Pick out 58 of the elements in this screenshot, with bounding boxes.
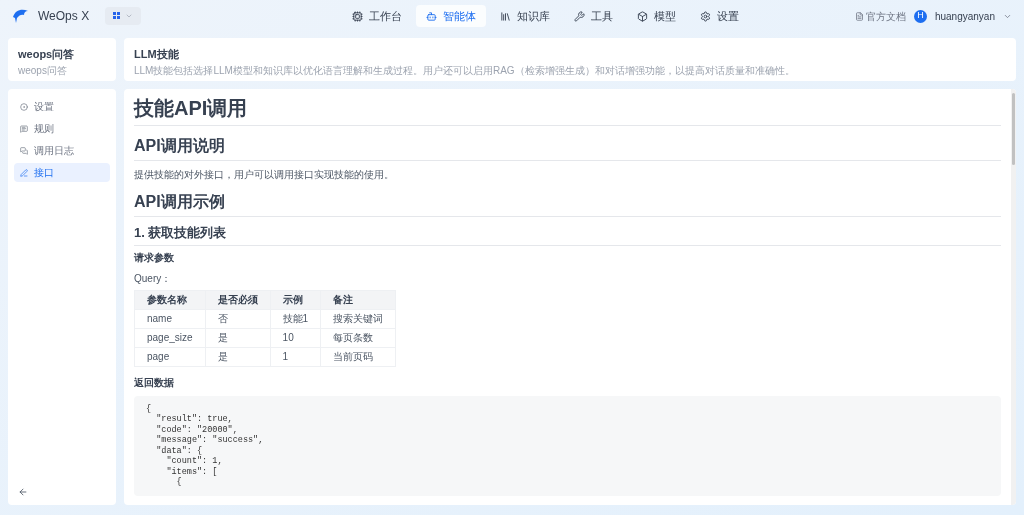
table-cell: 当前页码 bbox=[320, 347, 396, 366]
section-heading: API调用示例 bbox=[134, 190, 1001, 217]
table-cell: 否 bbox=[205, 309, 271, 328]
skill-subtitle: weops问答 bbox=[18, 63, 67, 78]
sidebar-item[interactable]: 规则 bbox=[14, 119, 110, 138]
table-cell: 是 bbox=[205, 347, 271, 366]
table-cell: 1 bbox=[270, 347, 321, 366]
library-icon bbox=[500, 10, 511, 22]
page-title: LLM技能 bbox=[134, 47, 179, 62]
nav-tab[interactable]: 知识库 bbox=[490, 5, 560, 27]
table-header-cell: 参数名称 bbox=[134, 290, 206, 309]
pen-icon bbox=[20, 168, 28, 177]
table-cell: page_size bbox=[134, 328, 206, 347]
section-heading: API调用说明 bbox=[134, 134, 1001, 161]
block-heading: 返回数据 bbox=[134, 375, 174, 390]
nav-tab[interactable]: 工具 bbox=[564, 5, 623, 27]
chat-icon bbox=[20, 124, 28, 133]
cube-icon bbox=[637, 10, 648, 22]
subsection-heading: 1. 获取技能列表 bbox=[134, 223, 1001, 246]
nav-tab[interactable]: 设置 bbox=[690, 5, 749, 27]
grid-icon bbox=[113, 12, 122, 20]
sidebar-item[interactable]: 调用日志 bbox=[14, 141, 110, 160]
table-cell: 搜索关键词 bbox=[320, 309, 396, 328]
nav-tab[interactable]: 智能体 bbox=[416, 5, 486, 27]
chat-bubbles-icon bbox=[20, 146, 28, 155]
doc-title: 技能API调用 bbox=[134, 95, 1001, 126]
table-cell: page bbox=[134, 347, 206, 366]
block-heading: 请求参数 bbox=[134, 250, 174, 265]
wrench-icon bbox=[574, 10, 585, 22]
docs-link[interactable]: 官方文档 bbox=[854, 8, 906, 24]
app-name: WeOps X bbox=[38, 8, 90, 25]
table-cell: 技能1 bbox=[270, 309, 321, 328]
settings-icon bbox=[700, 10, 711, 22]
user-avatar: H bbox=[913, 9, 927, 23]
table-cell: name bbox=[134, 309, 206, 328]
page-description: LLM技能包括选择LLM模型和知识库以优化语言理解和生成过程。用户还可以启用RAG（检索增强生成）和对话增强功能，以提高对话质量和准确性。 bbox=[134, 63, 795, 78]
nav-tab[interactable]: 模型 bbox=[627, 5, 686, 27]
bot-icon bbox=[426, 10, 437, 22]
document-icon bbox=[854, 11, 864, 21]
app-switcher-button[interactable] bbox=[105, 7, 142, 25]
settings-icon bbox=[20, 102, 28, 111]
skill-title: weops问答 bbox=[18, 47, 75, 62]
username: huangyanyan bbox=[934, 9, 995, 24]
code-block: { "result": true, "code": "20000", "message": "success", "data": { "count": 1, "items": [ { bbox=[134, 395, 1001, 496]
paragraph: 提供技能的对外接口，用户可以调用接口实现技能的使用。 bbox=[134, 168, 394, 182]
sidebar-item[interactable]: 接口 bbox=[14, 163, 110, 182]
sidebar-item[interactable]: 设置 bbox=[14, 97, 110, 116]
table-header-cell: 示例 bbox=[270, 290, 321, 309]
chip-icon bbox=[352, 10, 363, 22]
paragraph: Query： bbox=[134, 271, 172, 286]
table-cell: 每页条数 bbox=[320, 328, 396, 347]
table-cell: 是 bbox=[205, 328, 271, 347]
table-cell: 10 bbox=[270, 328, 321, 347]
nav-tab[interactable]: 工作台 bbox=[342, 5, 412, 27]
table-header-cell: 是否必须 bbox=[205, 290, 271, 309]
caret-icon bbox=[125, 12, 134, 20]
collapse-arrow-icon[interactable] bbox=[18, 487, 28, 497]
table-header-cell: 备注 bbox=[320, 290, 396, 309]
